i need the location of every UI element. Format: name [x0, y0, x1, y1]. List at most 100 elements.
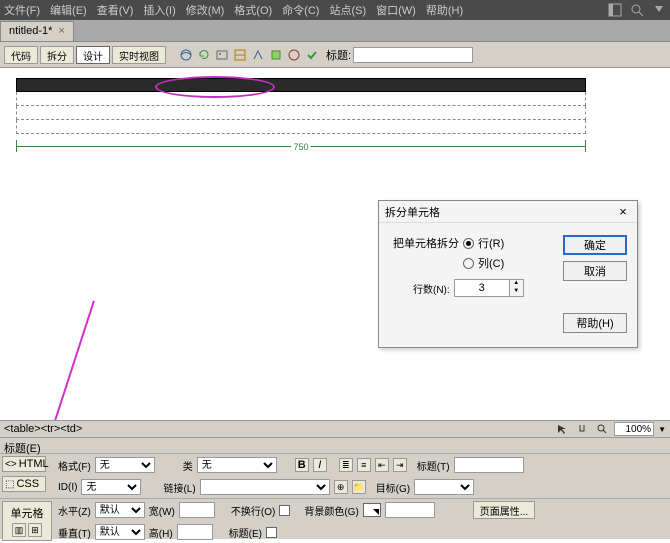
row-radio-label: 行(R)	[478, 235, 504, 251]
cell-box[interactable]: 单元格 ▥ ⊞	[2, 501, 52, 541]
menu-help[interactable]: 帮助(H)	[426, 2, 463, 18]
rows-spinner[interactable]: ▲▼	[510, 279, 524, 297]
design-view-button[interactable]: 设计	[76, 46, 110, 64]
table-row[interactable]	[16, 78, 586, 92]
col-radio[interactable]	[463, 258, 474, 269]
document-tabbar: ntitled-1* ×	[0, 20, 670, 42]
page-properties-button[interactable]: 页面属性...	[473, 501, 535, 519]
split-desc-label: 把单元格拆分	[393, 235, 459, 251]
nowrap-label: 不换行(O)	[231, 503, 275, 518]
menu-format[interactable]: 格式(O)	[234, 2, 272, 18]
help-button[interactable]: 帮助(H)	[563, 313, 627, 333]
annotation-oval	[155, 76, 275, 98]
ruler-width-label: 750	[291, 142, 310, 152]
header-cb-label: 标题(E)	[229, 525, 262, 540]
target-label: 目标(G)	[376, 480, 410, 495]
tool-icon-1[interactable]	[178, 47, 194, 63]
height-label: 高(H)	[149, 525, 173, 540]
title-attr-label: 标题(T)	[417, 458, 450, 473]
live-view-button[interactable]: 实时视图	[112, 46, 166, 64]
row-radio[interactable]	[463, 238, 474, 249]
format-label: 格式(F)	[58, 458, 91, 473]
class-label: 类	[183, 458, 193, 473]
hand-tool-icon[interactable]	[574, 421, 590, 437]
menu-file[interactable]: 文件(F)	[4, 2, 40, 18]
ul-icon[interactable]: ≣	[339, 458, 353, 472]
code-view-button[interactable]: 代码	[4, 46, 38, 64]
tool-icon-3[interactable]	[214, 47, 230, 63]
check-icon[interactable]	[304, 47, 320, 63]
zoom-tool-icon[interactable]	[594, 421, 610, 437]
menu-window[interactable]: 窗口(W)	[376, 2, 416, 18]
table-row[interactable]	[16, 106, 586, 120]
menu-edit[interactable]: 编辑(E)	[50, 2, 87, 18]
table-visual[interactable]	[16, 78, 586, 134]
html-mode-button[interactable]: <> HTML	[2, 456, 46, 472]
id-select[interactable]: 无	[81, 479, 141, 495]
menu-site[interactable]: 站点(S)	[329, 2, 366, 18]
refresh-icon[interactable]	[196, 47, 212, 63]
title-input[interactable]	[353, 47, 473, 63]
header-checkbox[interactable]	[266, 527, 277, 538]
horiz-select[interactable]: 默认	[95, 502, 145, 518]
ok-button[interactable]: 确定	[563, 235, 627, 255]
layout-icon[interactable]	[608, 3, 622, 17]
id-label: ID(I)	[58, 482, 77, 493]
bold-icon[interactable]: B	[295, 458, 309, 472]
dialog-close-button[interactable]: ×	[615, 204, 631, 220]
outdent-icon[interactable]: ⇤	[375, 458, 389, 472]
bg-color-input[interactable]	[385, 502, 435, 518]
search-icon[interactable]	[630, 3, 644, 17]
table-row[interactable]	[16, 120, 586, 134]
zoom-input[interactable]	[614, 422, 654, 436]
menu-insert[interactable]: 插入(I)	[143, 2, 175, 18]
height-input[interactable]	[177, 524, 213, 540]
class-select[interactable]: 无	[197, 457, 277, 473]
tool-icon-5[interactable]	[250, 47, 266, 63]
bg-color-picker[interactable]	[363, 503, 381, 517]
width-input[interactable]	[179, 502, 215, 518]
tool-icon-7[interactable]	[286, 47, 302, 63]
tool-icon-4[interactable]	[232, 47, 248, 63]
link-select[interactable]	[200, 479, 330, 495]
rows-input[interactable]	[454, 279, 510, 297]
vert-label: 垂直(T)	[58, 525, 91, 540]
split-cell-dialog: 拆分单元格 × 把单元格拆分 行(R) 列(C) 行数(N): ▲▼ 确定 取消	[378, 200, 638, 348]
rows-label: 行数(N):	[413, 281, 450, 296]
menu-view[interactable]: 查看(V)	[97, 2, 134, 18]
nowrap-checkbox[interactable]	[279, 505, 290, 516]
properties-header: 标题(E)	[0, 438, 670, 454]
design-surface[interactable]: 750	[0, 68, 670, 188]
document-tab[interactable]: ntitled-1* ×	[0, 21, 74, 41]
split-view-button[interactable]: 拆分	[40, 46, 74, 64]
table-row[interactable]	[16, 92, 586, 106]
close-tab-icon[interactable]: ×	[58, 25, 64, 37]
merge-cells-icon[interactable]: ▥	[12, 523, 26, 537]
cancel-button[interactable]: 取消	[563, 261, 627, 281]
split-cells-icon[interactable]: ⊞	[28, 523, 42, 537]
css-mode-button[interactable]: ⬚ CSS	[2, 476, 46, 492]
width-label: 宽(W)	[149, 503, 175, 518]
ol-icon[interactable]: ≡	[357, 458, 371, 472]
italic-icon[interactable]: I	[313, 458, 327, 472]
menu-modify[interactable]: 修改(M)	[186, 2, 225, 18]
link-target-icon[interactable]: ⊕	[334, 480, 348, 494]
horiz-label: 水平(Z)	[58, 503, 91, 518]
tag-path[interactable]: <table><tr><td>	[4, 423, 82, 435]
menu-commands[interactable]: 命令(C)	[282, 2, 319, 18]
vert-select[interactable]: 默认	[95, 524, 145, 540]
select-tool-icon[interactable]	[554, 421, 570, 437]
title-label: 标题:	[326, 47, 351, 63]
link-label: 链接(L)	[163, 480, 195, 495]
format-select[interactable]: 无	[95, 457, 155, 473]
bg-label: 背景颜色(G)	[304, 503, 358, 518]
title-attr-input[interactable]	[454, 457, 524, 473]
tag-selector-bar: <table><tr><td> ▼	[0, 420, 670, 438]
target-select[interactable]	[414, 479, 474, 495]
main-menubar: 文件(F) 编辑(E) 查看(V) 插入(I) 修改(M) 格式(O) 命令(C…	[0, 0, 670, 20]
tool-icon-6[interactable]	[268, 47, 284, 63]
browse-folder-icon[interactable]: 📁	[352, 480, 366, 494]
properties-panel: 标题(E) <> HTML ⬚ CSS 格式(F) 无 类 无 B I ≣ ≡ …	[0, 438, 670, 539]
indent-icon[interactable]: ⇥	[393, 458, 407, 472]
extend-icon[interactable]	[652, 3, 666, 17]
